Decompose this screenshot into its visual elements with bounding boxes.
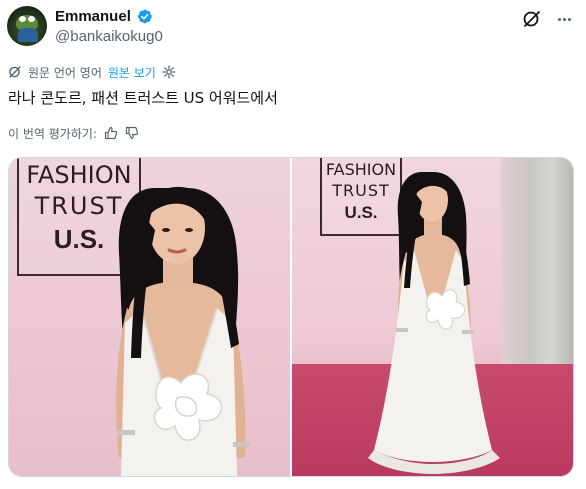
rate-translation: 이 번역 평가하기: xyxy=(8,124,139,142)
show-original-link[interactable]: 원본 보기 xyxy=(108,64,156,81)
frog-eye-right xyxy=(28,16,35,22)
dot xyxy=(567,17,571,21)
grok-icon[interactable] xyxy=(522,9,542,29)
dot xyxy=(557,17,561,21)
frog-eye-left xyxy=(19,16,26,22)
translate-icon xyxy=(9,66,21,78)
person-figure xyxy=(368,172,500,474)
thumbs-down-icon[interactable] xyxy=(125,126,139,140)
dot xyxy=(562,17,566,21)
media-grid: FASHION TRUST U.S. FASHION TRUST U.S. xyxy=(8,157,574,477)
avatar[interactable] xyxy=(7,6,47,46)
photo-left[interactable]: FASHION TRUST U.S. xyxy=(9,158,290,476)
translation-language-label: 원문 언어 영어 xyxy=(28,65,102,80)
handle[interactable]: @bankaikokug0 xyxy=(55,28,163,45)
verified-badge-icon xyxy=(137,9,152,24)
thumbs-up-icon[interactable] xyxy=(104,126,118,140)
translation-notice: 원문 언어 영어 원본 보기 xyxy=(8,63,176,81)
tweet-header: Emmanuel @bankaikokug0 xyxy=(7,6,579,50)
rate-translation-label: 이 번역 평가하기: xyxy=(8,126,97,141)
person-figure xyxy=(116,186,251,476)
photo-right[interactable]: FASHION TRUST U.S. xyxy=(292,158,573,476)
frog-body-shape xyxy=(18,28,38,42)
more-options-icon[interactable] xyxy=(553,9,575,29)
settings-gear-icon[interactable] xyxy=(162,65,176,79)
tweet-text: 라나 콘도르, 패션 트러스트 US 어워드에서 xyxy=(8,89,278,107)
display-name[interactable]: Emmanuel xyxy=(55,8,131,25)
name-row: Emmanuel xyxy=(55,8,153,25)
